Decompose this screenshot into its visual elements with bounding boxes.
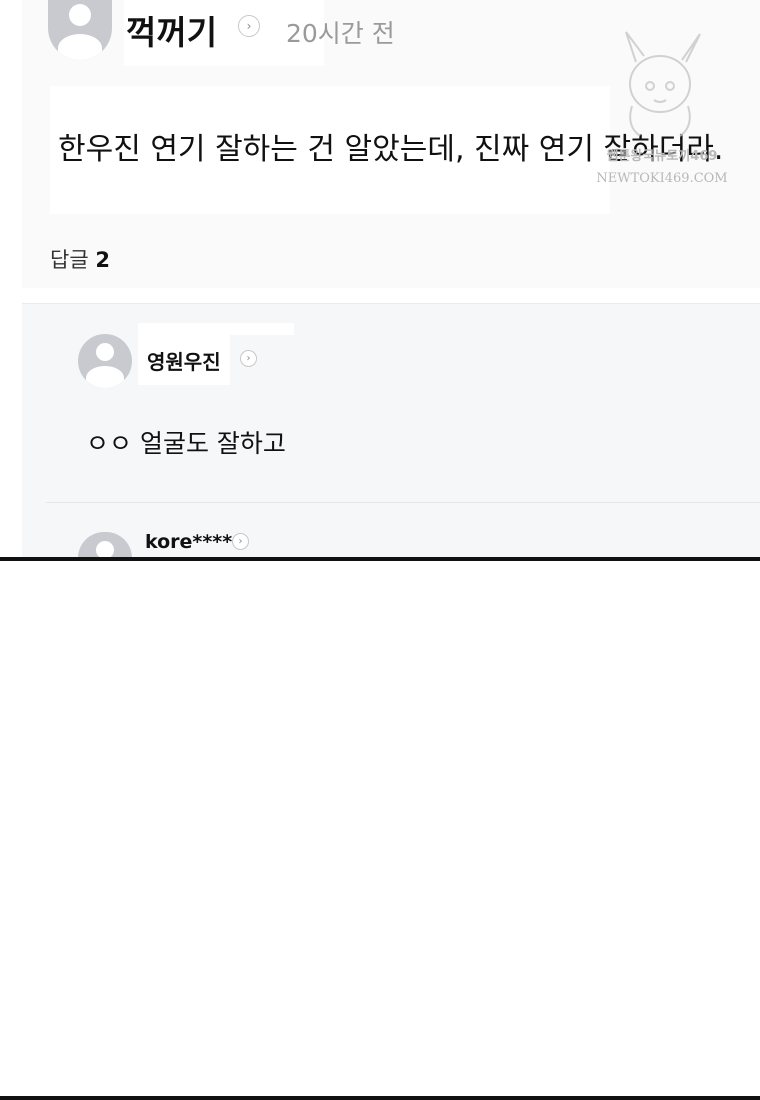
replies-count: 2 bbox=[95, 248, 110, 272]
reply-author[interactable]: kore**** bbox=[145, 531, 232, 553]
watermark-text-1: 웹툰왕국뉴토끼469 bbox=[607, 149, 718, 164]
replies-toggle[interactable]: 답글 2 bbox=[50, 244, 110, 274]
reply-author-highlight-top bbox=[138, 323, 294, 335]
reply-body: ㅇㅇ 얼굴도 잘하고 bbox=[86, 429, 286, 458]
watermark-logo: 웹툰왕국뉴토끼469 NEWTOKI469.COM bbox=[596, 26, 728, 190]
comment-timestamp: 20시간 전 bbox=[286, 19, 395, 48]
chevron-right-icon[interactable]: › bbox=[240, 350, 257, 367]
chevron-right-icon[interactable]: › bbox=[232, 533, 249, 550]
panel-separator-top bbox=[0, 557, 760, 561]
reply-divider bbox=[46, 502, 760, 503]
comment-author[interactable]: 꺽꺼기 bbox=[126, 6, 217, 54]
chevron-right-icon[interactable]: › bbox=[238, 15, 260, 37]
reply-author[interactable]: 영원우진 bbox=[147, 346, 221, 375]
avatar[interactable] bbox=[78, 334, 132, 388]
panel-separator-bottom bbox=[0, 1096, 760, 1100]
watermark-text-2: NEWTOKI469.COM bbox=[596, 171, 727, 186]
replies-label: 답글 bbox=[50, 248, 89, 272]
